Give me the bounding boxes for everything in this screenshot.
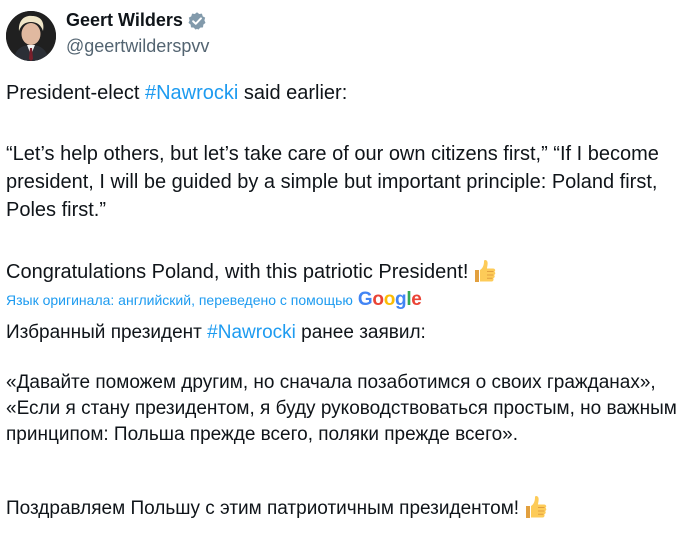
google-logo: Google <box>358 290 422 310</box>
text-segment: Congratulations Poland, with this patrio… <box>6 261 469 283</box>
google-logo-letter: e <box>411 289 422 310</box>
translated-paragraph-3: Поздравляем Польшу с этим патриотичным п… <box>6 494 682 522</box>
hashtag-link[interactable]: #Nawrocki <box>207 322 296 343</box>
tweet-paragraph-3: Congratulations Poland, with this patrio… <box>6 258 682 286</box>
thumbs-up-emoji-icon <box>523 494 549 520</box>
text-segment: said earlier: <box>238 82 348 104</box>
tweet-paragraph-1: President-elect #Nawrocki said earlier: <box>6 79 682 107</box>
google-logo-letter: o <box>372 289 384 310</box>
verified-badge-icon[interactable] <box>187 11 207 31</box>
tweet-paragraph-2: “Let’s help others, but let’s take care … <box>6 143 659 221</box>
hashtag-link[interactable]: #Nawrocki <box>145 82 238 104</box>
google-logo-letter: g <box>395 289 407 310</box>
google-logo-letter: G <box>357 289 373 310</box>
text-segment: President-elect <box>6 82 145 104</box>
profile-photo-icon <box>6 11 56 61</box>
translation-label[interactable]: Язык оригинала: английский, переведено с… <box>6 292 353 308</box>
translated-paragraph-2: «Давайте поможем другим, но сначала поза… <box>6 372 677 445</box>
text-segment: ранее заявил: <box>295 322 426 343</box>
text-segment: Избранный президент <box>6 322 208 343</box>
text-segment: Поздравляем Польшу с этим патриотичным п… <box>6 498 520 519</box>
translation-notice: Язык оригинала: английский, переведено с… <box>6 290 422 310</box>
translated-paragraph-1: Избранный президент #Nawrocki ранее заяв… <box>6 320 682 346</box>
tweet: Geert Wilders @geertwilderspvv President… <box>0 0 685 539</box>
name-row: Geert Wilders <box>66 10 207 31</box>
avatar[interactable] <box>6 11 56 61</box>
google-logo-letter: o <box>383 289 396 310</box>
display-name[interactable]: Geert Wilders <box>66 10 183 31</box>
thumbs-up-emoji-icon <box>472 258 498 284</box>
user-handle[interactable]: @geertwilderspvv <box>66 36 209 57</box>
